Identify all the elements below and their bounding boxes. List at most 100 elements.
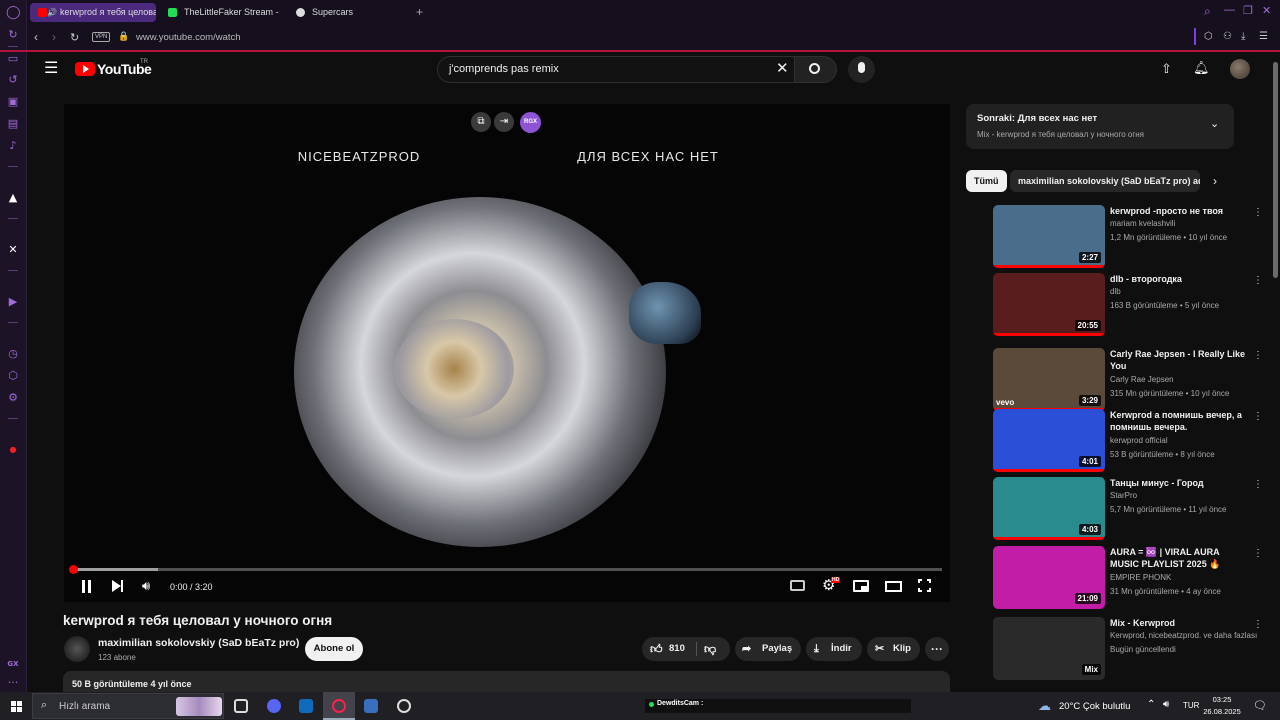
chevron-down-icon[interactable]: ⌄	[1210, 117, 1219, 130]
obs-icon[interactable]	[397, 699, 411, 713]
easy-setup-icon[interactable]: ☰	[1259, 31, 1268, 42]
search-input[interactable]: j'comprends pas remix	[449, 63, 559, 75]
scrollbar-thumb[interactable]	[1273, 62, 1278, 278]
opera-gx-taskbar-button[interactable]	[323, 692, 355, 720]
rec-title[interactable]: Kerwprod а помнишь вечер, а помнишь вече…	[1110, 409, 1250, 433]
rec-thumbnail[interactable]: Mix	[993, 617, 1105, 680]
forward-button[interactable]: ›	[52, 30, 56, 44]
stream-preview[interactable]: DewditsCam :	[645, 699, 911, 713]
player-icon[interactable]: ▶	[6, 295, 20, 309]
clip-button[interactable]: ✂ Klip	[867, 637, 920, 661]
tab[interactable]: Supercars	[288, 3, 408, 22]
theater-mode-icon[interactable]	[885, 581, 902, 592]
weather-text[interactable]: 20°C Çok bulutlu	[1059, 701, 1130, 712]
extensions-icon[interactable]: ⬡	[1204, 31, 1213, 42]
dislike-icon[interactable]: 👎︎	[704, 637, 716, 661]
progress-scrubber[interactable]	[69, 565, 78, 574]
reload-button[interactable]: ↻	[70, 31, 79, 44]
fullscreen-icon[interactable]	[917, 578, 932, 593]
download-icon[interactable]: ⤓	[1241, 31, 1245, 42]
volume-tray-icon[interactable]: 🔊︎	[1163, 699, 1169, 710]
upload-icon[interactable]: ⇧	[1161, 61, 1172, 77]
like-icon[interactable]: 👍︎	[650, 637, 663, 661]
tab[interactable]: TheLittleFaker Stream - V	[160, 3, 280, 22]
rec-menu-icon[interactable]: ⋮	[1253, 480, 1263, 490]
subscribe-button[interactable]: Abone ol	[305, 637, 363, 661]
rec-title[interactable]: kerwprod -просто не твоя	[1110, 205, 1250, 217]
opera-icon[interactable]: ◯	[6, 6, 21, 20]
rec-thumbnail[interactable]: 4:01	[993, 409, 1105, 472]
extension-icon[interactable]: ⬡	[6, 369, 20, 383]
app-window-icon[interactable]	[364, 699, 378, 713]
notification-center-icon[interactable]: 🗨	[1253, 699, 1267, 712]
rec-menu-icon[interactable]: ⋮	[1253, 549, 1263, 559]
rec-menu-icon[interactable]: ⋮	[1253, 351, 1263, 361]
rec-channel[interactable]: Carly Rae Jepsen	[1110, 375, 1174, 384]
channel-avatar[interactable]	[64, 636, 90, 662]
download-button[interactable]: ⤓ İndir	[806, 637, 862, 661]
aria-icon[interactable]: ▲	[6, 191, 20, 205]
rec-title[interactable]: Танцы минус - Город	[1110, 477, 1250, 489]
wallet-icon[interactable]: ▤	[6, 117, 20, 131]
windows-start-icon[interactable]	[11, 701, 22, 712]
vpn-badge[interactable]: VPN	[92, 32, 111, 42]
notification-icon[interactable]: ●	[6, 443, 20, 457]
messenger-icon[interactable]: ▭	[6, 52, 20, 66]
rec-menu-icon[interactable]: ⋮	[1253, 276, 1263, 286]
rec-thumbnail[interactable]: 4:03	[993, 477, 1105, 540]
notifications-bell-icon[interactable]: 🔔︎	[1193, 60, 1210, 76]
refresh-icon[interactable]: ↻	[6, 28, 20, 42]
restore-button[interactable]: ❐	[1243, 4, 1253, 17]
rec-title[interactable]: Mix - Kerwprod	[1110, 617, 1250, 629]
weather-icon[interactable]: ☁	[1038, 698, 1051, 714]
rec-thumbnail[interactable]: 21:09	[993, 546, 1105, 609]
more-actions-button[interactable]: ···	[925, 637, 949, 661]
speaker-icon[interactable]: 🔊	[47, 3, 57, 22]
rec-thumbnail[interactable]: 2:27	[993, 205, 1105, 268]
tray-chevron-icon[interactable]: ⌃	[1147, 699, 1155, 710]
youtube-logo-icon[interactable]	[75, 62, 95, 76]
history-icon[interactable]: ↺	[6, 73, 20, 87]
search-box[interactable]: j'comprends pas remix ✕	[437, 56, 795, 83]
volume-icon[interactable]: 🔊︎	[142, 578, 150, 594]
share-button[interactable]: ➦ Paylaş	[735, 637, 801, 661]
clock-icon[interactable]: ◷	[6, 347, 20, 361]
rec-thumbnail[interactable]: 20:55	[993, 273, 1105, 336]
tab-active[interactable]: 🔊 kerwprod я тебя целовал у ночного огня	[30, 3, 156, 22]
chip-channel[interactable]: maximilian sokolovskiy (SaD bEaTz pro) a…	[1010, 170, 1200, 192]
rec-channel[interactable]: Kerwprod, nicebeatzprod. ve daha fazlası	[1110, 631, 1257, 640]
x-icon[interactable]: ✕	[6, 243, 20, 257]
rec-menu-icon[interactable]: ⋮	[1253, 620, 1263, 630]
rec-thumbnail[interactable]: 3:29 vevo	[993, 348, 1105, 411]
account-icon[interactable]: ⚇	[1223, 31, 1232, 42]
close-window-button[interactable]: ✕	[1262, 4, 1271, 17]
voice-search-button[interactable]	[848, 56, 875, 83]
subtitles-icon[interactable]	[790, 580, 805, 591]
search-tabs-icon[interactable]: ⌕	[1204, 4, 1211, 19]
minimize-button[interactable]: —	[1224, 4, 1235, 16]
clock-time[interactable]: 03:25	[1204, 695, 1240, 704]
video-player[interactable]: NICEBEATZPROD ДЛЯ ВСЕХ НАС НЕТ ⧉ ⇥ RGX 🔊…	[64, 104, 950, 602]
discord-icon[interactable]	[267, 699, 281, 713]
menu-icon[interactable]: ☰	[44, 61, 58, 77]
rec-title[interactable]: Carly Rae Jepsen - I Really Like You	[1110, 348, 1250, 372]
back-button[interactable]: ‹	[34, 30, 38, 44]
rec-title[interactable]: dlb - второгодка	[1110, 273, 1250, 285]
next-button[interactable]	[112, 580, 126, 593]
page-scrollbar[interactable]	[1270, 52, 1280, 692]
rec-channel[interactable]: dlb	[1110, 287, 1121, 296]
like-count[interactable]: 810	[669, 637, 685, 661]
rgx-badge[interactable]: RGX	[520, 112, 541, 133]
rec-channel[interactable]: StarPro	[1110, 491, 1137, 500]
new-tab-button[interactable]: +	[416, 5, 423, 19]
rec-menu-icon[interactable]: ⋮	[1253, 412, 1263, 422]
search-button[interactable]	[795, 56, 837, 83]
pause-button[interactable]	[81, 580, 93, 593]
rec-channel[interactable]: kerwprod official	[1110, 436, 1168, 445]
chevron-right-icon[interactable]: ›	[1213, 174, 1217, 188]
music-icon[interactable]: ♪	[6, 139, 20, 153]
outlook-icon[interactable]	[299, 699, 313, 713]
settings-icon[interactable]: ⚙	[6, 391, 20, 405]
copy-icon[interactable]: ⧉	[471, 112, 491, 132]
chip-all[interactable]: Tümü	[966, 170, 1007, 192]
